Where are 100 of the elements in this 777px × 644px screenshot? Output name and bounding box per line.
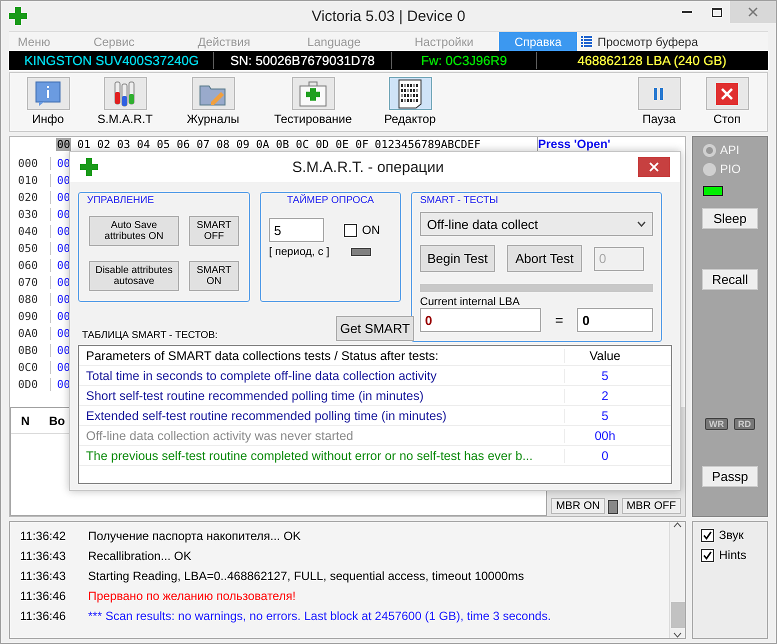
mbr-off-button[interactable]: MBR OFF [622, 498, 681, 514]
close-icon [649, 162, 659, 172]
dialog-title: S.M.A.R.T. - операции [291, 158, 445, 176]
smart-button[interactable]: SMART ON [189, 261, 239, 291]
smart-button[interactable]: SMART OFF [189, 216, 239, 246]
checkmark-icon [703, 530, 712, 540]
hex-offset: 0D0 [18, 378, 39, 391]
mbr-indicator [608, 500, 618, 514]
buffer-view-link[interactable]: Просмотр буфера [597, 34, 698, 48]
checkmark-icon [703, 550, 712, 560]
log-time: 11:36:46 [20, 609, 67, 623]
toolbar-button[interactable]: Редактор [370, 77, 450, 126]
value-cell-text: 0 [600, 448, 610, 462]
toolbar-button[interactable]: Тестирование [256, 77, 370, 126]
hex-offset: 0C0 [18, 361, 39, 374]
table-label: ТАБЛИЦА SMART - ТЕСТОВ: [82, 330, 218, 341]
test-type-select[interactable]: Off-line data collect [420, 212, 653, 236]
value-cell-text: 5 [600, 368, 610, 382]
begin-test-button[interactable]: Begin Test [420, 245, 495, 272]
dialog-cross-icon [80, 158, 98, 176]
log-message: Получение паспорта накопителя... OK [88, 529, 301, 543]
scroll-down-icon [673, 632, 682, 638]
list-icon [581, 36, 592, 48]
period-label: [ период, с ] [269, 246, 330, 258]
scrollbar[interactable] [669, 522, 685, 638]
value-cell-text: 2 [600, 388, 610, 402]
device-info-text: KINGSTON SUV400S37240G [24, 53, 199, 68]
lba-label: Current internal LBA [420, 296, 521, 308]
toolbar-button[interactable]: Журналы [170, 77, 256, 126]
app-cross-icon [9, 7, 27, 25]
device-info-text: SN: 50026B7679031D78 [230, 53, 375, 68]
status-indicator [703, 186, 723, 196]
binary-document-icon [397, 78, 423, 108]
chevron-down-icon [637, 221, 646, 227]
hex-offset: 030 [18, 208, 39, 221]
smart-button[interactable]: Disable attributes autosave [89, 261, 179, 291]
toolbar-button[interactable]: Стоп [693, 77, 761, 126]
option-checkbox[interactable]: Hints [701, 548, 759, 562]
log-time: 11:36:43 [20, 549, 67, 563]
parameter-cell: Short self-test routine recommended polling time (in minutes) [79, 388, 565, 402]
log-time: 11:36:42 [20, 529, 67, 543]
mbr-on-button[interactable]: MBR ON [551, 498, 605, 514]
side-button[interactable]: Passp [702, 466, 758, 487]
value-cell-text: 00h [594, 428, 616, 442]
value-cell-text: 5 [600, 408, 610, 422]
activity-indicator: RD [734, 418, 755, 430]
hex-offset: 070 [18, 276, 39, 289]
abort-test-button[interactable]: Abort Test [507, 245, 582, 272]
scroll-up-icon [673, 522, 682, 528]
side-button[interactable]: Recall [702, 269, 758, 290]
maximize-icon [712, 8, 722, 16]
window-title: Victoria 5.03 | Device 0 [310, 8, 466, 24]
log-message: Starting Reading, LBA=0..468862127, FULL, sequential access, timeout 10000ms [88, 569, 524, 583]
ascii-header: 0123456789ABCDEF [374, 138, 481, 150]
toolbar-button[interactable]: Инфо [16, 77, 80, 126]
period-input[interactable]: 5 [269, 218, 324, 242]
group-title: SMART - ТЕСТЫ [420, 195, 500, 206]
hex-offset: 050 [18, 242, 39, 255]
parameter-cell: Total time in seconds to complete off-line data collection activity [79, 368, 565, 382]
group-title: УПРАВЛЕНИЕ [87, 195, 156, 206]
log-time: 11:36:46 [20, 589, 67, 603]
hex-offset: 0A0 [18, 327, 39, 340]
timer-indicator [351, 248, 372, 256]
device-info-text: Fw: 0C3J96R9 [421, 53, 507, 68]
hex-offset: 040 [18, 225, 39, 238]
option-checkbox[interactable]: Звук [701, 528, 759, 542]
minimize-icon [682, 11, 692, 13]
timer-on-checkbox[interactable]: ON [344, 223, 380, 237]
scroll-thumb[interactable] [670, 602, 684, 628]
info-icon [35, 80, 61, 106]
hex-offset: 0B0 [18, 344, 39, 357]
lba-field[interactable]: 0 [420, 308, 542, 332]
hex-column-header: 01 02 03 04 05 06 07 08 09 0A 0B 0C 0D 0E 0F [77, 138, 369, 150]
hex-offset: 000 [18, 157, 39, 170]
log-time: 11:36:43 [20, 569, 67, 583]
parameter-cell: Extended self-test routine recommended polling time (in minutes) [79, 408, 565, 422]
log-message: *** Scan results: no warnings, no errors. Last block at 2457600 (1 GB), time 3 seconds. [88, 609, 551, 623]
side-button[interactable]: Sleep [702, 208, 758, 229]
parameter-cell: Off-line data collection activity was never started [79, 428, 565, 442]
dialog-close-button[interactable] [638, 157, 670, 177]
device-info-text: 468862128 LBA (240 GB) [578, 53, 726, 68]
medkit-icon [299, 80, 327, 106]
toolbar-button[interactable]: Пауза [625, 77, 693, 126]
lba-result-field[interactable]: 0 [577, 308, 653, 332]
column-header: Value [588, 348, 622, 362]
get-smart-button[interactable]: Get SMART [336, 316, 414, 341]
column-header: Parameters of SMART data collections tests / Status after tests: [79, 348, 565, 362]
toolbar-button[interactable]: S.M.A.R.T [80, 77, 170, 126]
equals-sign: = [555, 312, 564, 328]
hex-column-header: 00 [56, 138, 72, 150]
hex-offset: 020 [18, 191, 39, 204]
hex-offset: 010 [18, 174, 39, 187]
radio-dot-icon [706, 146, 713, 154]
close-icon [748, 7, 758, 17]
stop-icon [716, 82, 738, 104]
column-header: N [20, 414, 31, 428]
smart-button[interactable]: Auto Save attributes ON [89, 216, 179, 246]
hex-offset: 060 [18, 259, 39, 272]
pause-icon [653, 88, 665, 100]
activity-indicator: WR [705, 418, 728, 430]
